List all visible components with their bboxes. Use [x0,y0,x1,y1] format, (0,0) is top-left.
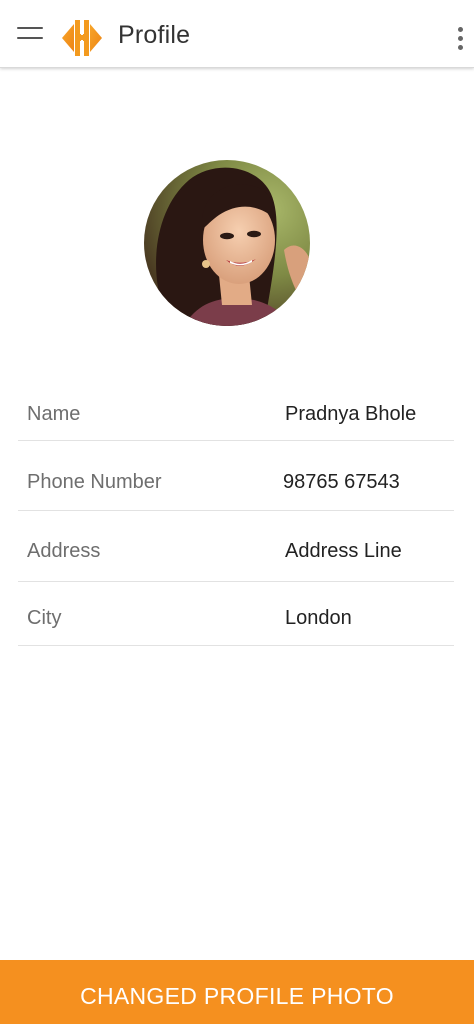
page-title: Profile [118,21,191,49]
city-value: London [285,607,352,629]
phone-value: 98765 67543 [283,471,400,493]
profile-screen: Profile Name Pradnya Bhole Phone Number … [0,0,474,1024]
detail-row-name: Name Pradnya Bhole [18,385,454,441]
app-logo-icon [58,14,106,62]
profile-details-list: Name Pradnya Bhole Phone Number 98765 67… [18,385,454,646]
address-value: Address Line [285,540,402,562]
city-label: City [27,607,62,629]
name-label: Name [27,403,81,425]
profile-avatar[interactable] [144,160,310,326]
detail-row-address: Address Address Line [18,511,454,582]
more-vertical-icon[interactable] [448,20,472,54]
app-toolbar: Profile [0,0,474,68]
phone-label: Phone Number [27,471,162,493]
change-profile-photo-button[interactable]: CHANGED PROFILE PHOTO [0,960,474,1024]
profile-photo-image [144,160,310,326]
address-label: Address [27,540,101,562]
detail-row-phone: Phone Number 98765 67543 [18,441,454,511]
name-value: Pradnya Bhole [285,403,417,425]
detail-row-city: City London [18,582,454,646]
hamburger-menu-icon[interactable] [10,18,50,50]
